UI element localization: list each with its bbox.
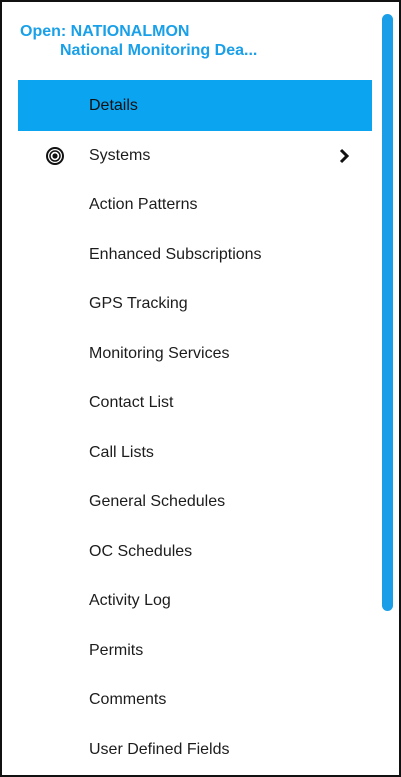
radio-target-icon [46,146,64,165]
menu-item-label: OC Schedules [89,542,193,560]
menu-item-gps-tracking[interactable]: GPS Tracking [18,280,372,330]
menu-item-label: Action Patterns [89,196,198,214]
chevron-right-icon[interactable] [337,148,351,164]
menu-item-label: GPS Tracking [89,295,188,313]
menu-item-label: Call Lists [89,443,154,461]
menu-item-monitoring-services[interactable]: Monitoring Services [18,329,372,379]
menu-item-user-defined-fields[interactable]: User Defined Fields [18,725,372,775]
scrollbar-thumb[interactable] [382,14,393,611]
menu-item-label: Systems [89,146,151,164]
menu-item-contact-list[interactable]: Contact List [18,379,372,429]
menu-item-label: Permits [89,641,144,659]
menu-item-general-schedules[interactable]: General Schedules [18,478,372,528]
menu-item-label: User Defined Fields [89,740,230,758]
menu-item-permits[interactable]: Permits [18,626,372,676]
nav-menu: Details Systems Action Patterns Enhanced… [18,80,372,775]
menu-item-label: Comments [89,691,167,709]
navigation-panel: Open: NATIONALMON National Monitoring De… [0,0,401,777]
menu-item-label: Enhanced Subscriptions [89,245,262,263]
menu-item-label: General Schedules [89,493,226,511]
menu-item-label: Details [89,96,138,114]
menu-item-enhanced-subscriptions[interactable]: Enhanced Subscriptions [18,230,372,280]
menu-item-call-lists[interactable]: Call Lists [18,428,372,478]
menu-item-label: Monitoring Services [89,344,230,362]
menu-item-systems[interactable]: Systems [18,131,372,181]
menu-item-oc-schedules[interactable]: OC Schedules [18,527,372,577]
menu-item-activity-log[interactable]: Activity Log [18,577,372,627]
menu-item-comments[interactable]: Comments [18,676,372,726]
menu-item-label: Activity Log [89,592,171,610]
record-header: Open: NATIONALMON National Monitoring De… [20,22,372,60]
menu-item-details[interactable]: Details [18,80,372,131]
record-id-title: Open: NATIONALMON [20,23,190,40]
menu-item-label: Contact List [89,394,174,412]
record-name-title: National Monitoring Dea... [60,42,258,59]
menu-item-action-patterns[interactable]: Action Patterns [18,181,372,231]
